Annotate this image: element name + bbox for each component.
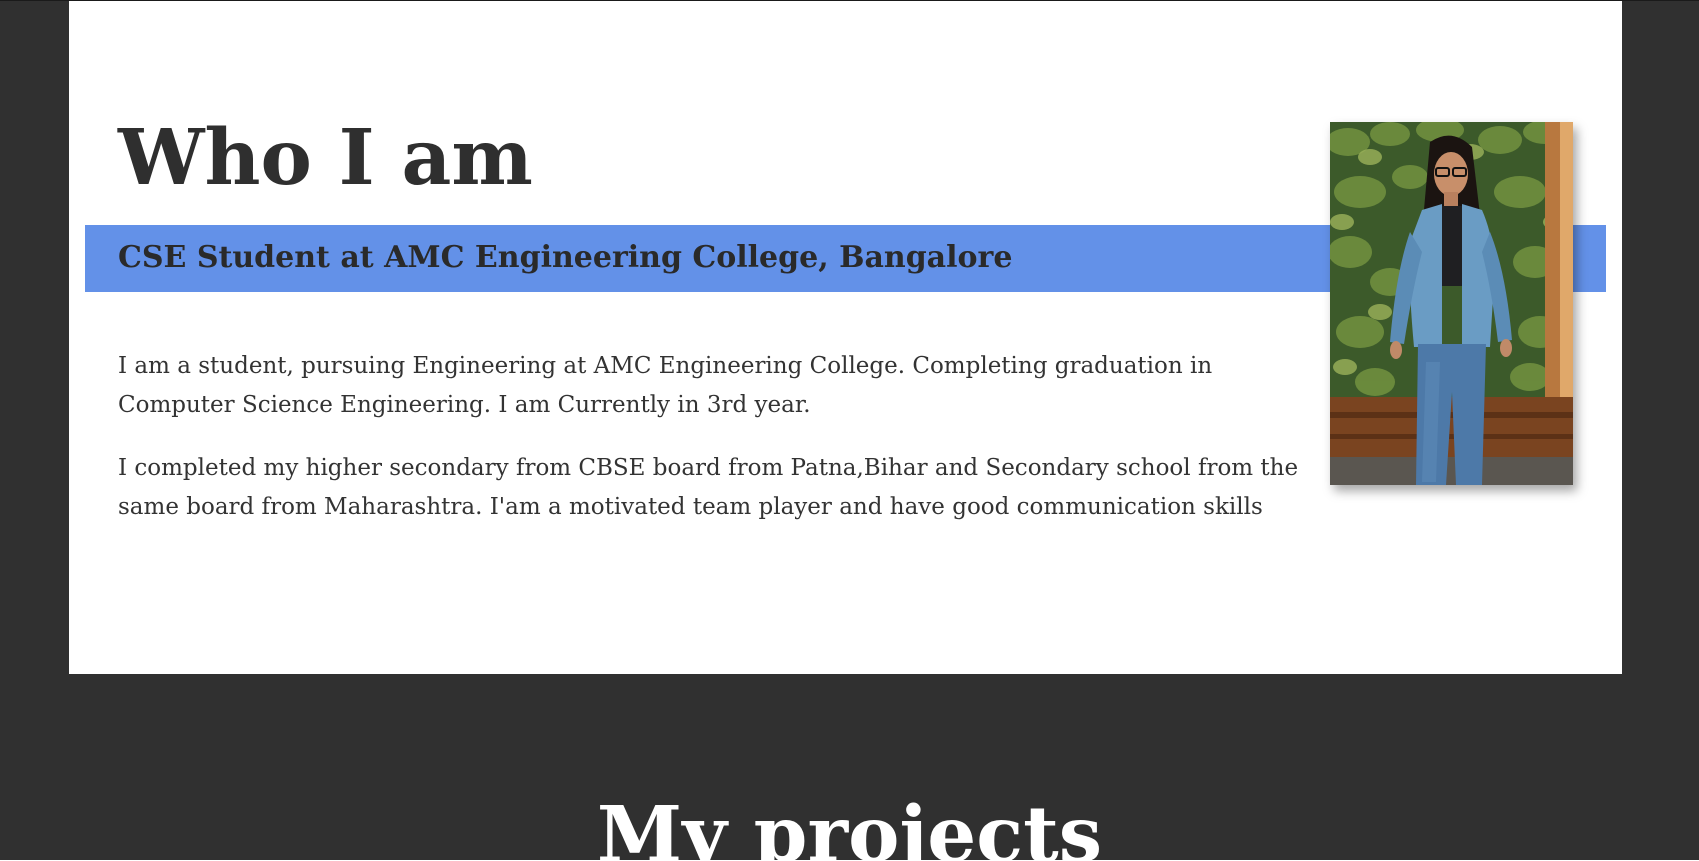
profile-photo bbox=[1330, 122, 1573, 485]
bio-paragraph: I am a student, pursuing Engineering at … bbox=[118, 353, 1213, 418]
about-bio: I am a student, pursuing Engineering at … bbox=[118, 347, 1303, 551]
about-title: Who I am bbox=[118, 113, 533, 203]
about-subtitle: CSE Student at AMC Engineering College, … bbox=[118, 240, 1013, 275]
page-viewport: Who I am CSE Student at AMC Engineering … bbox=[0, 0, 1699, 860]
bio-paragraph: I completed my higher secondary from CBS… bbox=[118, 455, 1299, 520]
projects-heading: My projects bbox=[596, 790, 1103, 860]
